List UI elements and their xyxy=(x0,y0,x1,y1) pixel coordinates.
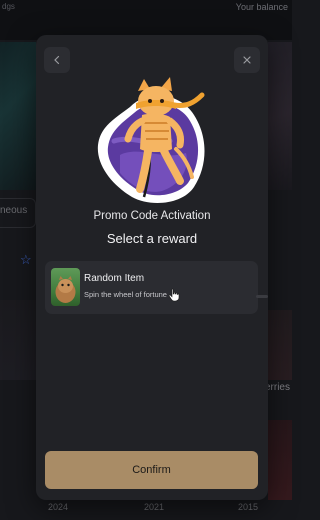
background-label-right: erries xyxy=(264,382,290,393)
background-years: 2024 2021 2015 xyxy=(0,500,292,520)
year-label: 2024 xyxy=(48,502,69,512)
reward-description: Spin the wheel of fortune xyxy=(84,290,167,299)
modal-title: Promo Code Activation xyxy=(93,210,211,222)
ninja-cat-illustration xyxy=(97,77,205,203)
close-button[interactable] xyxy=(234,47,260,73)
back-button[interactable] xyxy=(44,47,70,73)
close-icon xyxy=(243,56,251,64)
background-thumb-right-lower xyxy=(268,420,292,500)
confirm-button[interactable]: Confirm xyxy=(45,451,258,489)
reward-thumbnail xyxy=(51,268,80,306)
background-card-right xyxy=(268,42,292,190)
background-thumb-right xyxy=(268,310,292,380)
background-thumb-left xyxy=(0,300,36,380)
reward-name: Random Item xyxy=(84,273,145,284)
animal-icon xyxy=(55,276,76,303)
chevron-left-icon xyxy=(54,55,60,65)
modal-subtitle: Select a reward xyxy=(106,231,198,246)
background-left-text: dgs xyxy=(2,2,15,11)
background-label-left: neous xyxy=(0,205,28,216)
hand-pointer-icon xyxy=(168,288,180,302)
reward-option-random-item[interactable]: Random Item Spin the wheel of fortune xyxy=(45,261,258,314)
year-label: 2015 xyxy=(238,502,259,512)
star-icon: ☆ xyxy=(20,252,32,267)
background-card-left xyxy=(0,42,36,190)
background-balance-label: Your balance xyxy=(235,2,288,12)
promo-code-modal: Promo Code Activation Select a reward Ra… xyxy=(36,35,268,500)
year-label: 2021 xyxy=(144,502,165,512)
scrollbar[interactable] xyxy=(256,295,268,298)
